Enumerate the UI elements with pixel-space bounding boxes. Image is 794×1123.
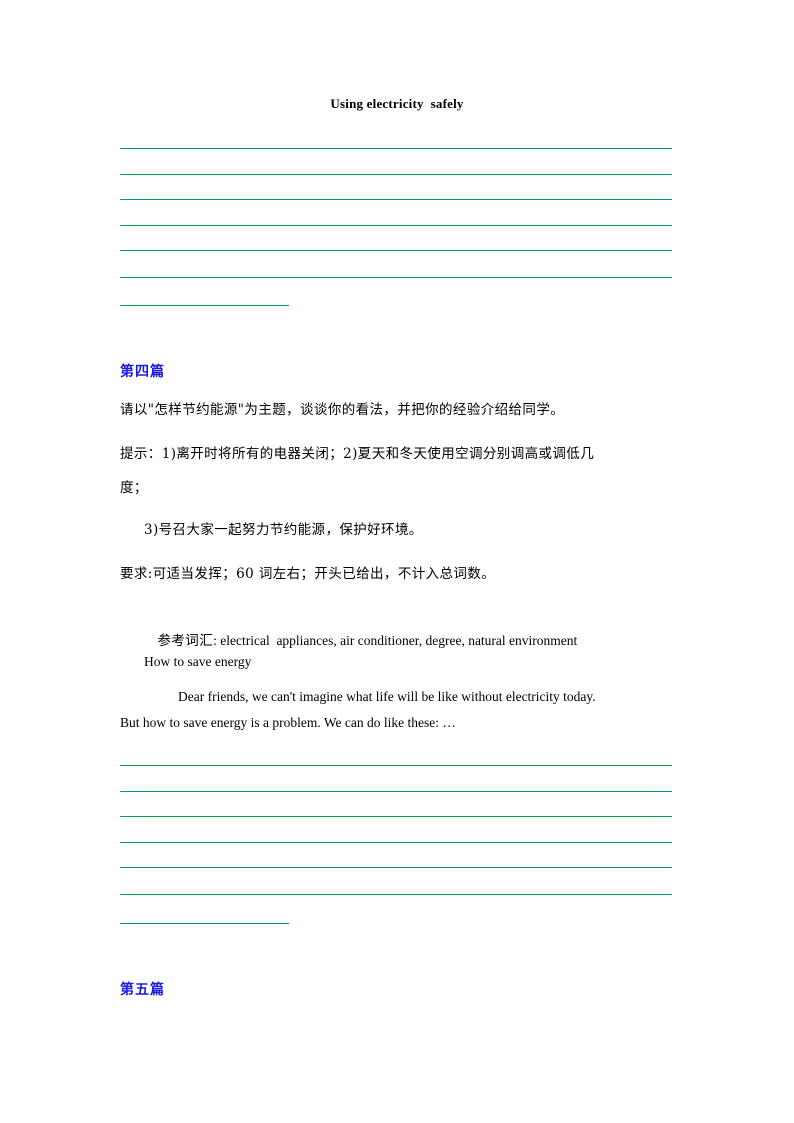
ruled-line	[120, 224, 672, 226]
ruled-line-short	[120, 305, 289, 306]
hint-line-2: 度；	[120, 480, 148, 496]
ruled-line	[120, 765, 672, 766]
ruled-line-short	[120, 923, 289, 924]
ruled-line	[120, 816, 672, 817]
ruled-line	[120, 841, 672, 843]
ruled-line	[120, 867, 672, 868]
section-heading-five: 第五篇	[120, 982, 165, 998]
writing-prompt: 请以"怎样节约能源"为主题，谈谈你的看法，并把你的经验介绍给同学。	[120, 402, 565, 418]
vocabulary-label: 参考词汇	[157, 633, 214, 649]
hint-line-1: 提示：1)离开时将所有的电器关闭；2)夏天和冬天使用空调分别调高或调低几	[120, 446, 595, 462]
vocabulary-value: : electrical appliances, air conditioner…	[213, 633, 578, 648]
ruled-line	[120, 277, 672, 278]
document-page: Using electricity safely 第四篇 请以"怎样节约能源"为…	[0, 0, 794, 1123]
ruled-line	[120, 893, 672, 895]
ruled-line	[120, 173, 672, 175]
ruled-line	[120, 148, 672, 149]
page-title: Using electricity safely	[330, 96, 464, 111]
essay-line-2: But how to save energy is a problem. We …	[120, 715, 456, 730]
essay-title: How to save energy	[144, 654, 252, 669]
ruled-line	[120, 250, 672, 251]
section-heading-four: 第四篇	[120, 364, 165, 380]
ruled-line	[120, 790, 672, 792]
requirements-line: 要求:可适当发挥；60 词左右；开头已给出，不计入总词数。	[120, 566, 496, 582]
hint-line-3: 3)号召大家一起努力节约能源，保护好环境。	[144, 522, 423, 538]
ruled-line	[120, 199, 672, 200]
essay-line-1: Dear friends, we can't imagine what life…	[178, 689, 596, 704]
